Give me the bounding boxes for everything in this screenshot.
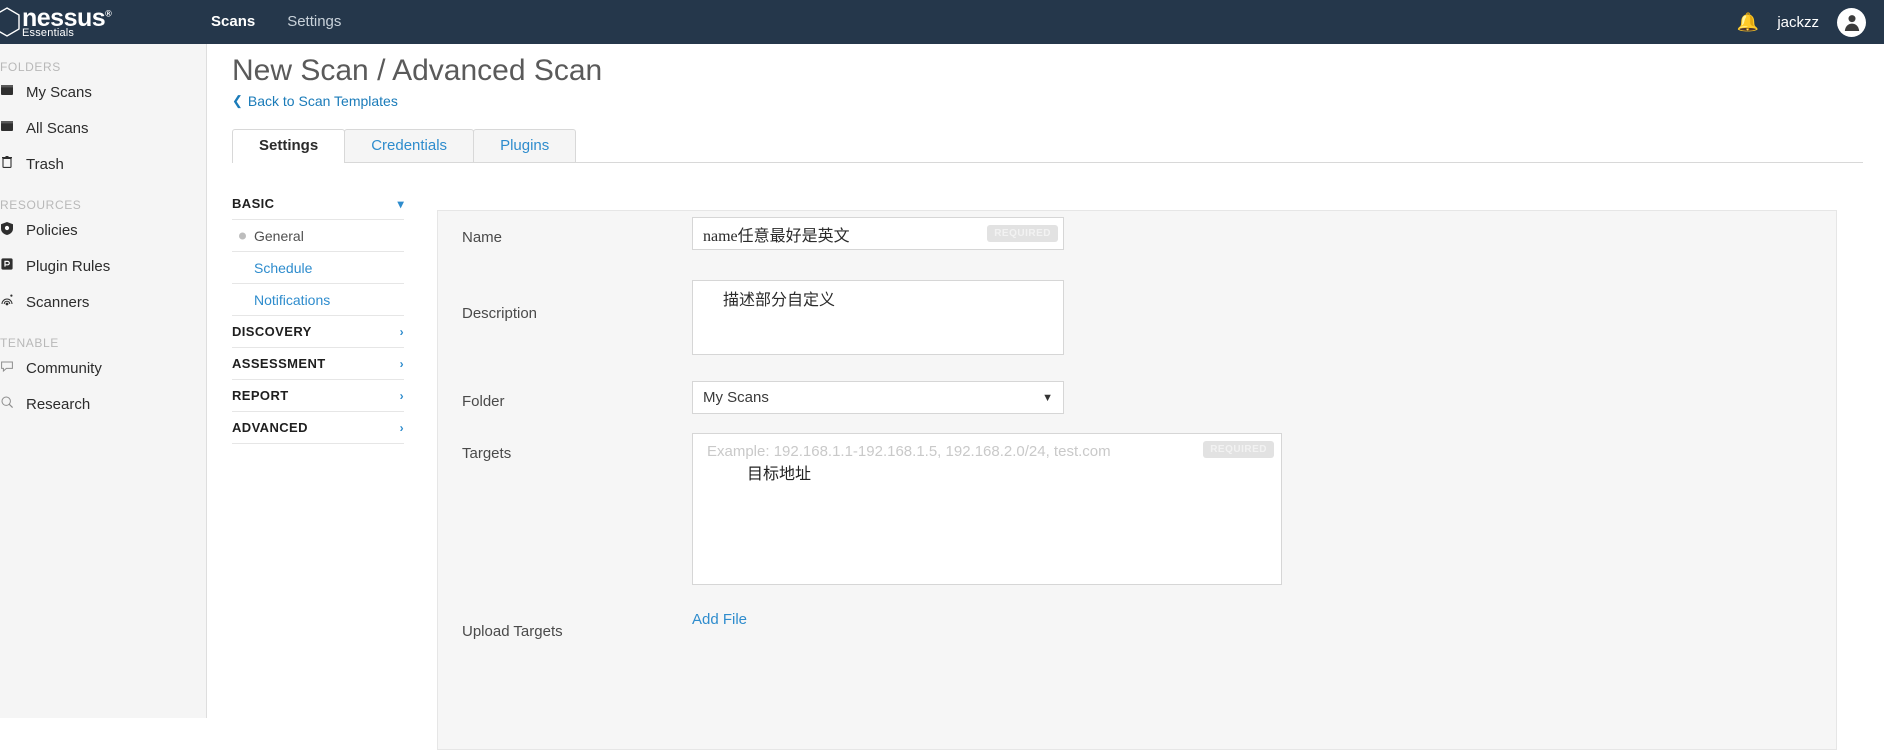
name-field-label: Name xyxy=(462,229,503,246)
chevron-left-icon: ❮ xyxy=(232,93,243,108)
scan-settings-form: Name REQUIRED Description Folder My Scan… xyxy=(437,210,1837,750)
sidebar-group-title-resources: RESOURCES xyxy=(0,198,82,212)
sidebar-item-trash[interactable]: Trash xyxy=(0,146,206,182)
top-navigation-bar: nessus® Essentials Scans Settings 🔔 jack… xyxy=(0,0,1884,44)
tab-settings[interactable]: Settings xyxy=(232,129,346,163)
user-avatar-icon[interactable] xyxy=(1837,7,1866,37)
sidebar-item-label: Policies xyxy=(26,221,78,239)
settings-section-label: REPORT xyxy=(232,388,289,403)
settings-subitem-general[interactable]: General xyxy=(232,220,404,252)
name-input[interactable] xyxy=(692,217,1064,250)
back-to-scan-templates-link[interactable]: ❮ Back to Scan Templates xyxy=(232,93,398,109)
bell-icon[interactable]: 🔔 xyxy=(1737,13,1759,31)
folder-field-label: Folder xyxy=(462,393,505,410)
chevron-right-icon: › xyxy=(399,324,404,339)
page-title: New Scan / Advanced Scan xyxy=(232,54,603,87)
sidebar-item-my-scans[interactable]: My Scans xyxy=(0,74,206,110)
username-label: jackzz xyxy=(1777,13,1819,31)
sidebar-item-label: Community xyxy=(26,359,102,377)
settings-subitem-schedule[interactable]: Schedule xyxy=(232,252,404,284)
nav-item-scans[interactable]: Scans xyxy=(195,0,271,44)
settings-section-label: ASSESSMENT xyxy=(232,356,326,371)
sidebar-item-policies[interactable]: Policies xyxy=(0,212,206,248)
sidebar-item-research[interactable]: Research xyxy=(0,386,206,422)
description-field-label: Description xyxy=(462,305,538,322)
targets-field-label: Targets xyxy=(462,445,512,462)
settings-section-assessment[interactable]: ASSESSMENT › xyxy=(232,348,404,380)
targets-field-wrapper: Example: 192.168.1.1-192.168.1.5, 192.16… xyxy=(692,433,1282,585)
name-field-wrapper: REQUIRED xyxy=(692,217,1064,250)
sidebar-group-title-folders: FOLDERS xyxy=(0,60,61,74)
sidebar-item-label: Plugin Rules xyxy=(26,257,111,275)
folder-select[interactable]: My Scans ▼ xyxy=(692,381,1064,414)
settings-section-label: ADVANCED xyxy=(232,420,308,435)
left-sidebar: FOLDERS My Scans All Scans Trash RESOURC… xyxy=(0,44,207,718)
tab-plugins[interactable]: Plugins xyxy=(473,129,577,162)
upload-targets-field-label: Upload Targets xyxy=(462,623,563,640)
chevron-right-icon: › xyxy=(399,356,404,371)
settings-section-report[interactable]: REPORT › xyxy=(232,380,404,412)
research-icon xyxy=(0,395,20,413)
sidebar-item-label: Research xyxy=(26,395,91,413)
targets-textarea[interactable]: Example: 192.168.1.1-192.168.1.5, 192.16… xyxy=(692,433,1282,585)
brand-trademark: ® xyxy=(105,8,112,19)
trash-icon xyxy=(0,155,20,173)
folder-icon xyxy=(0,119,20,137)
settings-section-basic[interactable]: BASIC ▾ xyxy=(232,188,404,220)
chevron-right-icon: › xyxy=(399,388,404,403)
shield-icon xyxy=(0,221,20,240)
sidebar-item-scanners[interactable]: Scanners xyxy=(0,284,206,320)
current-item-dot-icon xyxy=(239,232,246,239)
nessus-logo-icon xyxy=(0,7,20,37)
primary-nav: Scans Settings xyxy=(195,0,357,44)
sidebar-item-label: Trash xyxy=(26,155,64,173)
main-content: New Scan / Advanced Scan ❮ Back to Scan … xyxy=(208,44,1884,750)
sidebar-item-all-scans[interactable]: All Scans xyxy=(0,110,206,146)
settings-section-label: DISCOVERY xyxy=(232,324,312,339)
settings-section-discovery[interactable]: DISCOVERY › xyxy=(232,316,404,348)
avatar-glyph xyxy=(1844,15,1859,31)
nav-item-settings[interactable]: Settings xyxy=(271,0,357,44)
community-icon xyxy=(0,359,20,377)
plugin-icon xyxy=(0,257,20,275)
settings-subitem-label: General xyxy=(254,227,304,244)
chevron-down-icon: ▾ xyxy=(397,196,404,211)
folder-selected-value: My Scans xyxy=(703,389,769,406)
nav-right-cluster: 🔔 jackzz xyxy=(1737,0,1866,44)
folder-icon xyxy=(0,83,20,101)
back-link-label: Back to Scan Templates xyxy=(247,93,398,109)
tab-credentials[interactable]: Credentials xyxy=(344,129,475,162)
settings-section-nav: BASIC ▾ General Schedule Notifications D… xyxy=(232,188,404,444)
scanner-icon xyxy=(0,293,20,311)
description-field-wrapper xyxy=(692,280,1064,360)
targets-required-badge: REQUIRED xyxy=(1203,441,1274,458)
settings-section-label: BASIC xyxy=(232,196,275,211)
sidebar-item-plugin-rules[interactable]: Plugin Rules xyxy=(0,248,206,284)
settings-subitem-notifications[interactable]: Notifications xyxy=(232,284,404,316)
description-textarea[interactable] xyxy=(692,280,1064,355)
targets-annotation: 目标地址 xyxy=(747,466,812,483)
brand-wordmark: nessus® Essentials xyxy=(22,5,112,39)
targets-placeholder: Example: 192.168.1.1-192.168.1.5, 192.16… xyxy=(707,443,1111,460)
add-file-link[interactable]: Add File xyxy=(692,611,747,628)
tab-bar: Settings Credentials Plugins xyxy=(232,129,1863,163)
sidebar-group-title-tenable: TENABLE xyxy=(0,336,59,350)
sidebar-item-label: All Scans xyxy=(26,119,89,137)
sidebar-spacer-top xyxy=(0,44,206,60)
chevron-right-icon: › xyxy=(399,420,404,435)
upload-targets-wrapper: Add File xyxy=(692,611,747,629)
sidebar-item-label: My Scans xyxy=(26,83,92,101)
brand-logo[interactable]: nessus® Essentials xyxy=(0,0,190,44)
sidebar-item-label: Scanners xyxy=(26,293,90,311)
caret-down-icon: ▼ xyxy=(1042,391,1053,404)
sidebar-item-community[interactable]: Community xyxy=(0,350,206,386)
settings-subitem-label: Schedule xyxy=(254,259,313,276)
folder-field-wrapper: My Scans ▼ xyxy=(692,381,1064,414)
settings-subitem-label: Notifications xyxy=(254,291,331,308)
settings-section-advanced[interactable]: ADVANCED › xyxy=(232,412,404,444)
